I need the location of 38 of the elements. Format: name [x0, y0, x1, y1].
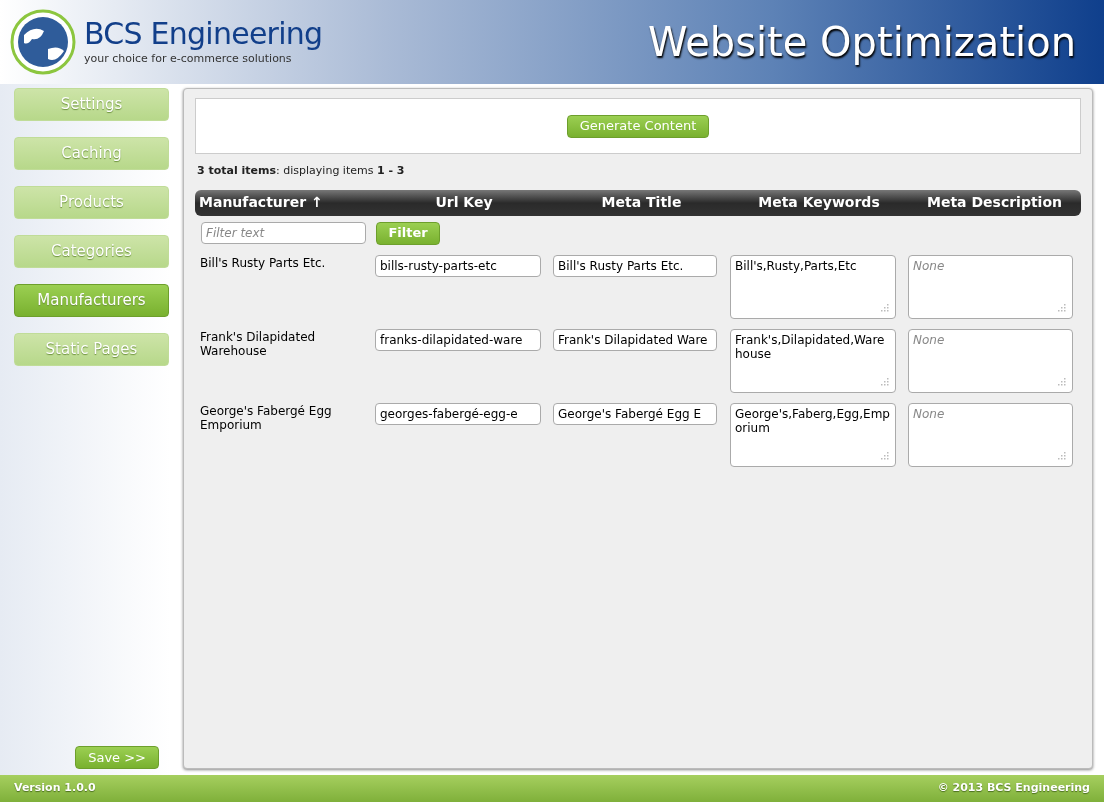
globe-logo-icon [10, 9, 76, 75]
url-key-field[interactable]: bills-rusty-parts-etc [375, 254, 541, 277]
resize-grip-icon [1058, 303, 1066, 312]
resize-grip-icon [881, 303, 889, 312]
sidebar-item[interactable]: Manufacturers [14, 284, 169, 317]
logo-wordmark: BCS Engineering [84, 16, 323, 51]
url-key-field[interactable]: georges-fabergé-egg-e [375, 402, 541, 425]
column-header: Meta Title [600, 193, 683, 212]
logo-tagline: your choice for e-commerce solutions [84, 50, 293, 67]
meta-keywords-field[interactable]: Bill's,Rusty,Parts,Etc [730, 254, 896, 319]
version-label: Version 1.0.0 [14, 780, 96, 797]
resize-grip-icon [1058, 451, 1066, 460]
meta-description-field[interactable]: None [908, 254, 1073, 319]
copyright-label: © 2013 BCS Engineering [937, 780, 1090, 797]
meta-keywords-field[interactable]: George's,Faberg,Egg,Emporium [730, 402, 896, 467]
resize-grip-icon [881, 451, 889, 460]
column-header: Url Key [434, 193, 494, 212]
meta-description-field[interactable]: None [908, 402, 1073, 467]
items-summary: 3 total items: displaying items 1 - 3 [197, 163, 406, 179]
column-header[interactable]: Manufacturer ↑ [195, 192, 375, 213]
filter-field[interactable]: Filter text [201, 222, 366, 244]
manufacturer-name: Frank's Dilapidated Warehouse [199, 329, 317, 358]
manufacturer-name: George's Fabergé Egg Emporium [199, 403, 333, 432]
url-key-field[interactable]: franks-dilapidated-ware [375, 328, 541, 351]
meta-title-field[interactable]: Frank's Dilapidated Ware [553, 328, 717, 351]
meta-description-field[interactable]: None [908, 328, 1073, 393]
column-header: Meta Keywords [757, 193, 881, 212]
meta-keywords-field[interactable]: Frank's,Dilapidated,Warehouse [730, 328, 896, 393]
filter-button[interactable]: Filter [376, 221, 440, 245]
column-header: Meta Description [926, 193, 1063, 212]
resize-grip-icon [1058, 377, 1066, 386]
manufacturer-name: Bill's Rusty Parts Etc. [199, 255, 327, 270]
meta-title-field[interactable]: Bill's Rusty Parts Etc. [553, 254, 717, 277]
page-title: Website Optimization [647, 18, 1076, 67]
resize-grip-icon [881, 377, 889, 386]
save-button[interactable]: Save >> [75, 746, 159, 769]
generate-content-button[interactable]: Generate Content [566, 114, 710, 138]
meta-title-field[interactable]: George's Fabergé Egg E [553, 402, 717, 425]
